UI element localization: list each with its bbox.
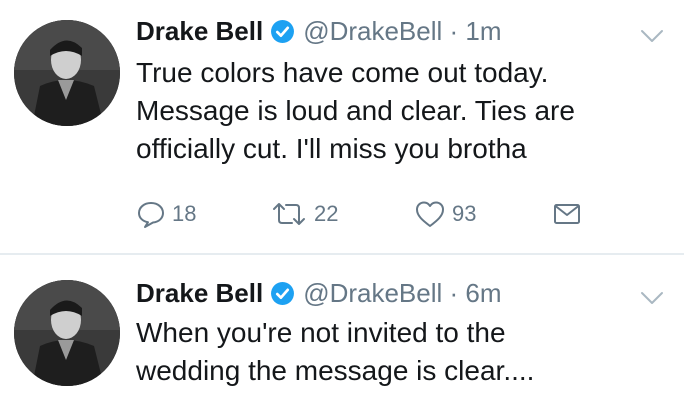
reply-button[interactable]: 18 (136, 196, 196, 232)
like-button[interactable]: 93 (414, 196, 476, 232)
chevron-down-icon[interactable] (640, 28, 664, 44)
verified-badge-icon (271, 20, 295, 43)
display-name[interactable]: Drake Bell (136, 16, 263, 47)
avatar[interactable] (14, 280, 120, 386)
tweet-text-line: wedding the message is clear.... (136, 355, 535, 386)
verified-badge-icon (271, 282, 295, 305)
like-count: 93 (452, 201, 477, 226)
display-name[interactable]: Drake Bell (136, 278, 263, 309)
tweet-2[interactable]: Drake Bell @DrakeBell · 6m When you're n… (0, 256, 684, 414)
reply-icon (138, 202, 164, 228)
tweet-text-line: When you're not invited to the (136, 317, 506, 348)
avatar[interactable] (14, 20, 120, 126)
tweet-text-line: officially cut. I'll miss you brotha (136, 133, 527, 164)
reply-count: 18 (172, 201, 197, 226)
retweet-button[interactable]: 22 (270, 196, 338, 232)
tweet-header: Drake Bell @DrakeBell · 1m (136, 16, 502, 47)
tweet-text: True colors have come out today. Message… (136, 54, 666, 168)
tweet-text-line: Message is loud and clear. Ties are (136, 95, 575, 126)
retweet-count: 22 (314, 201, 339, 226)
chevron-down-icon[interactable] (640, 290, 664, 306)
handle-timestamp[interactable]: @DrakeBell · 1m (303, 16, 501, 47)
tweet-text: When you're not invited to the wedding t… (136, 314, 666, 390)
direct-message-icon (554, 204, 580, 224)
tweet-1[interactable]: Drake Bell @DrakeBell · 1m True colors h… (0, 0, 684, 253)
direct-message-button[interactable] (552, 196, 582, 232)
tweet-header: Drake Bell @DrakeBell · 6m (136, 278, 502, 309)
retweet-icon (273, 203, 305, 225)
handle-timestamp[interactable]: @DrakeBell · 6m (303, 278, 501, 309)
tweet-actions: 18 22 93 (136, 196, 606, 232)
tweet-text-line: True colors have come out today. (136, 57, 549, 88)
like-icon (416, 201, 444, 227)
tweet-divider (0, 253, 684, 255)
